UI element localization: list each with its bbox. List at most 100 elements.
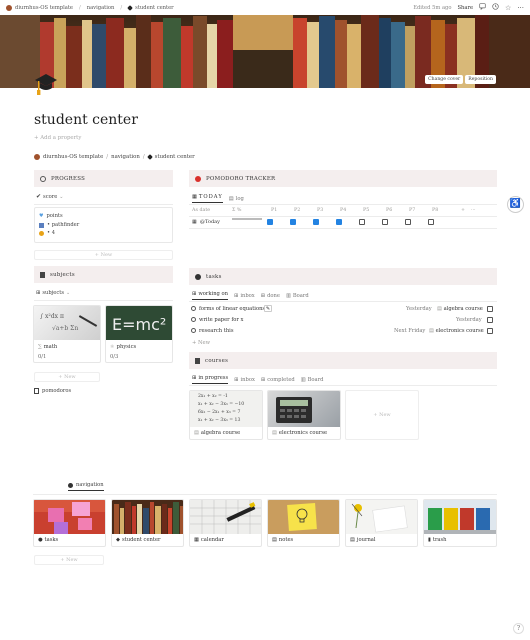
topbar-crumb-1[interactable]: diurnhus-OS template — [15, 5, 73, 11]
col-sum-percent[interactable]: Σ % — [232, 208, 241, 213]
p7-checkbox[interactable] — [405, 219, 411, 225]
tab-in-progress[interactable]: ⊞ in progress — [192, 375, 229, 384]
accessibility-icon[interactable]: ♿ — [507, 196, 524, 213]
courses-new-button[interactable]: + New — [345, 390, 419, 440]
topbar-crumb-2[interactable]: navigation — [87, 5, 115, 11]
level-icon — [39, 222, 44, 228]
today-label: @Today — [200, 219, 220, 225]
col-as-date[interactable]: As date — [192, 208, 210, 213]
col-p1[interactable]: P1 — [271, 208, 277, 213]
col-p6[interactable]: P6 — [386, 208, 392, 213]
page-icon: ▤ — [272, 430, 277, 436]
task-row[interactable]: write paper for x Yesterday — [189, 316, 497, 326]
nav-card-calendar[interactable]: ▦ calendar — [189, 499, 262, 547]
graduation-cap-page-icon[interactable] — [34, 72, 58, 98]
page-title[interactable]: student center — [34, 112, 138, 128]
col-p2[interactable]: P2 — [294, 208, 300, 213]
col-p3[interactable]: P3 — [317, 208, 323, 213]
pomodoros-link[interactable]: pomodoros — [34, 388, 71, 394]
column-options-button[interactable]: ··· — [471, 208, 476, 213]
subjects-new-button[interactable]: + New — [34, 372, 100, 382]
tab-inbox[interactable]: ⊞ inbox — [234, 375, 255, 384]
nav-card-trash[interactable]: ▮ trash — [423, 499, 497, 547]
subject-card-math[interactable]: ∫ x²dx π √a+b Σn ∑ math 0/1 — [33, 305, 101, 363]
nav-card-journal[interactable]: ▤ journal — [345, 499, 418, 547]
pomodoro-header: POMODORO TRACKER — [189, 170, 497, 187]
share-button[interactable]: Share — [457, 5, 473, 11]
p2-checkbox[interactable] — [290, 219, 296, 225]
page-icon — [195, 357, 200, 364]
course-card-electronics[interactable]: ▤ electronics course — [267, 390, 341, 440]
course-card-algebra[interactable]: 2x₁ + x₂ = -1 x₁ + x₂ − 3x₃ = −10 6x₂ − … — [189, 390, 263, 440]
tasks-new-button[interactable]: + New — [192, 340, 210, 346]
algebra-cover-image: 2x₁ + x₂ = -1 x₁ + x₂ − 3x₃ = −10 6x₂ − … — [190, 391, 262, 427]
tab-completed[interactable]: ⊞ completed — [261, 375, 295, 384]
subject-card-physics[interactable]: E=mc² ⚛ physics 0/3 — [105, 305, 173, 363]
tab-today[interactable]: ▦ TODAY — [192, 194, 223, 203]
page-icon: ▤ — [194, 430, 199, 436]
course-relation[interactable]: ▤ electronics course — [429, 328, 484, 334]
subjects-header-label: subjects — [50, 271, 75, 278]
progress-icon — [40, 175, 46, 182]
tab-navigation[interactable]: navigation — [68, 482, 104, 491]
p8-checkbox[interactable] — [428, 219, 434, 225]
nav-card-tasks[interactable]: ● tasks — [33, 499, 106, 547]
task-done-checkbox[interactable] — [487, 328, 493, 334]
breadcrumb-link-2[interactable]: navigation — [111, 154, 140, 160]
help-icon[interactable]: ? — [513, 623, 524, 634]
p3-checkbox[interactable] — [313, 219, 319, 225]
add-property-button[interactable]: + Add a property — [34, 135, 81, 141]
change-cover-button[interactable]: Change cover — [425, 75, 464, 84]
breadcrumb-link-3[interactable]: student center — [155, 154, 195, 160]
task-name: research this — [199, 328, 234, 334]
course-relation[interactable]: ▤ algebra course — [437, 306, 483, 312]
nav-card-student-center[interactable]: ◆ student center — [111, 499, 184, 547]
task-done-checkbox[interactable] — [487, 306, 493, 312]
favorite-star-icon[interactable]: ☆ — [505, 4, 511, 12]
tab-log[interactable]: ▤ log — [229, 194, 244, 203]
breadcrumb-link-1[interactable]: diurnhus-OS template — [43, 154, 103, 160]
progress-new-button[interactable]: + New — [34, 250, 173, 260]
grid-icon: ⊞ — [233, 292, 239, 299]
score-view-tab[interactable]: ✔ score ⌄ — [36, 193, 64, 200]
p6-checkbox[interactable] — [382, 219, 388, 225]
tab-board[interactable]: ▥ Board — [286, 291, 309, 300]
p4-checkbox[interactable] — [336, 219, 342, 225]
topbar-breadcrumb: diurnhus-OS template / navigation / stud… — [6, 4, 174, 11]
student-center-cover-image — [112, 500, 183, 534]
equation-line: 6x₂ − 2x₁ + x₃ = 7 — [198, 410, 241, 415]
subjects-header: subjects — [34, 266, 173, 283]
col-p5[interactable]: P5 — [363, 208, 369, 213]
p1-checkbox[interactable] — [267, 219, 273, 225]
topbar-crumb-3[interactable]: student center — [135, 5, 174, 11]
subjects-view-tab[interactable]: ⊞ subjects ⌄ — [36, 290, 70, 296]
clock-icon[interactable] — [492, 3, 499, 12]
nav-card-label: notes — [278, 537, 294, 543]
nav-card-label: calendar — [200, 537, 224, 543]
reposition-button[interactable]: Reposition — [465, 75, 496, 84]
p5-checkbox[interactable] — [359, 219, 365, 225]
edit-pencil-icon[interactable]: ✎ — [264, 305, 272, 312]
col-p8[interactable]: P8 — [432, 208, 438, 213]
task-row[interactable]: forms of linear equations ✎ Yesterday ▤ … — [189, 305, 497, 315]
col-p7[interactable]: P7 — [409, 208, 415, 213]
task-done-checkbox[interactable] — [487, 317, 493, 323]
tab-inbox[interactable]: ⊞ inbox — [234, 291, 255, 300]
score-icon: ✔ — [36, 193, 42, 200]
tab-board[interactable]: ▥ Board — [301, 375, 324, 384]
col-p4[interactable]: P4 — [340, 208, 346, 213]
task-row[interactable]: research this Next Friday ▤ electronics … — [189, 327, 497, 337]
tab-working-on[interactable]: ⊞ working on — [192, 291, 228, 300]
navigation-new-button[interactable]: + New — [34, 555, 104, 565]
subject-name-physics: physics — [116, 344, 137, 350]
task-check-icon — [191, 306, 196, 311]
tab-done[interactable]: ⊞ done — [261, 291, 280, 300]
add-column-button[interactable]: + — [461, 208, 465, 213]
pomodoro-row-today[interactable]: ▦ @Today — [189, 217, 497, 227]
nav-card-notes[interactable]: ▤ notes — [267, 499, 340, 547]
comment-icon[interactable] — [479, 3, 486, 12]
nav-card-label: journal — [356, 537, 376, 543]
more-options-icon[interactable]: ··· — [517, 4, 524, 12]
progress-card[interactable]: ♥ points • pathfinder • 4 — [34, 207, 173, 243]
nav-card-label: tasks — [44, 537, 59, 543]
